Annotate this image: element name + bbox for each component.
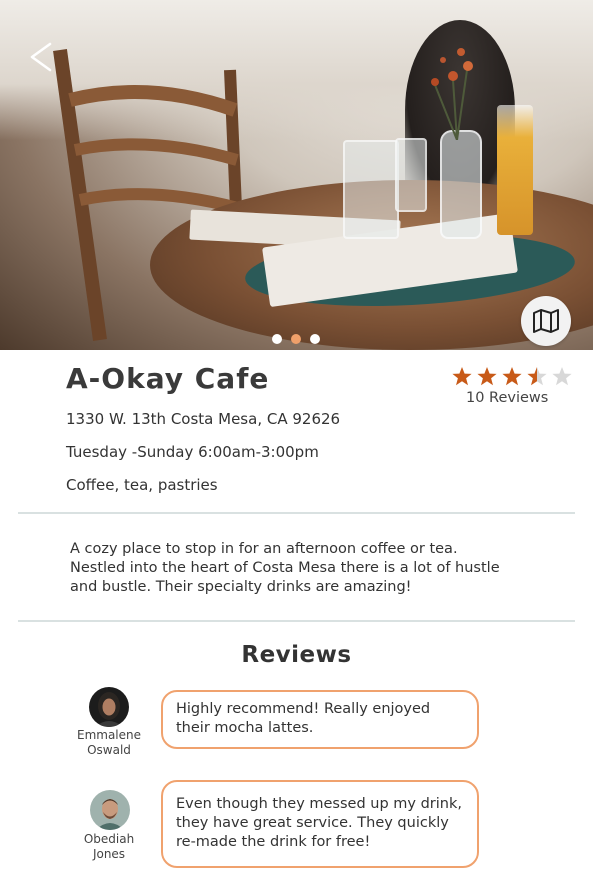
divider-bottom	[18, 620, 575, 622]
carousel-dot-3[interactable]	[310, 334, 320, 344]
reviewer-name: Emmalene Oswald	[64, 728, 154, 758]
map-icon	[533, 309, 559, 333]
avatar-obediah	[90, 790, 130, 830]
reviewer-first-name: Emmalene	[76, 728, 142, 742]
cafe-description: A cozy place to stop in for an afternoon…	[70, 541, 500, 595]
star-icon-half	[527, 367, 547, 386]
reviewer-name: Obediah Jones	[64, 832, 154, 862]
chevron-left-icon	[30, 42, 52, 72]
cafe-name: A-Okay Cafe	[66, 362, 270, 395]
star-icon-full-2	[477, 367, 497, 386]
star-icon-full-1	[452, 367, 472, 386]
hero-water-glass-2	[395, 138, 427, 212]
hero-vase	[440, 130, 482, 239]
carousel-dot-2-active[interactable]	[291, 334, 301, 344]
reviewer-first-name: Obediah	[83, 832, 135, 846]
star-rating	[451, 366, 573, 388]
reviewer-last-name: Jones	[92, 847, 126, 861]
carousel-dot-1[interactable]	[272, 334, 282, 344]
divider-top	[18, 512, 575, 514]
hero-water-glass	[343, 140, 399, 239]
cafe-address: 1330 W. 13th Costa Mesa, CA 92626	[66, 410, 341, 428]
review-bubble: Highly recommend! Really enjoyed their m…	[161, 690, 479, 749]
rating-stars	[452, 367, 572, 386]
avatar[interactable]	[90, 790, 130, 830]
reviews-count-link[interactable]: 10 Reviews	[466, 390, 548, 406]
back-button[interactable]	[24, 36, 64, 76]
cafe-hours: Tuesday -Sunday 6:00am-3:00pm	[66, 443, 319, 461]
hero-juice-glass	[497, 105, 533, 235]
avatar[interactable]	[89, 687, 129, 727]
map-button[interactable]	[521, 296, 571, 346]
hero-flowers	[431, 48, 473, 140]
carousel-indicator	[272, 334, 320, 344]
reviewer-last-name: Oswald	[87, 743, 131, 757]
review-bubble: Even though they messed up my drink, the…	[161, 780, 479, 868]
avatar-emmalene	[89, 687, 129, 727]
reviews-heading: Reviews	[241, 642, 352, 668]
star-icon-full-3	[502, 367, 522, 386]
hero-image	[0, 0, 593, 350]
cafe-offerings: Coffee, tea, pastries	[66, 476, 218, 494]
star-icon-empty	[552, 367, 572, 386]
